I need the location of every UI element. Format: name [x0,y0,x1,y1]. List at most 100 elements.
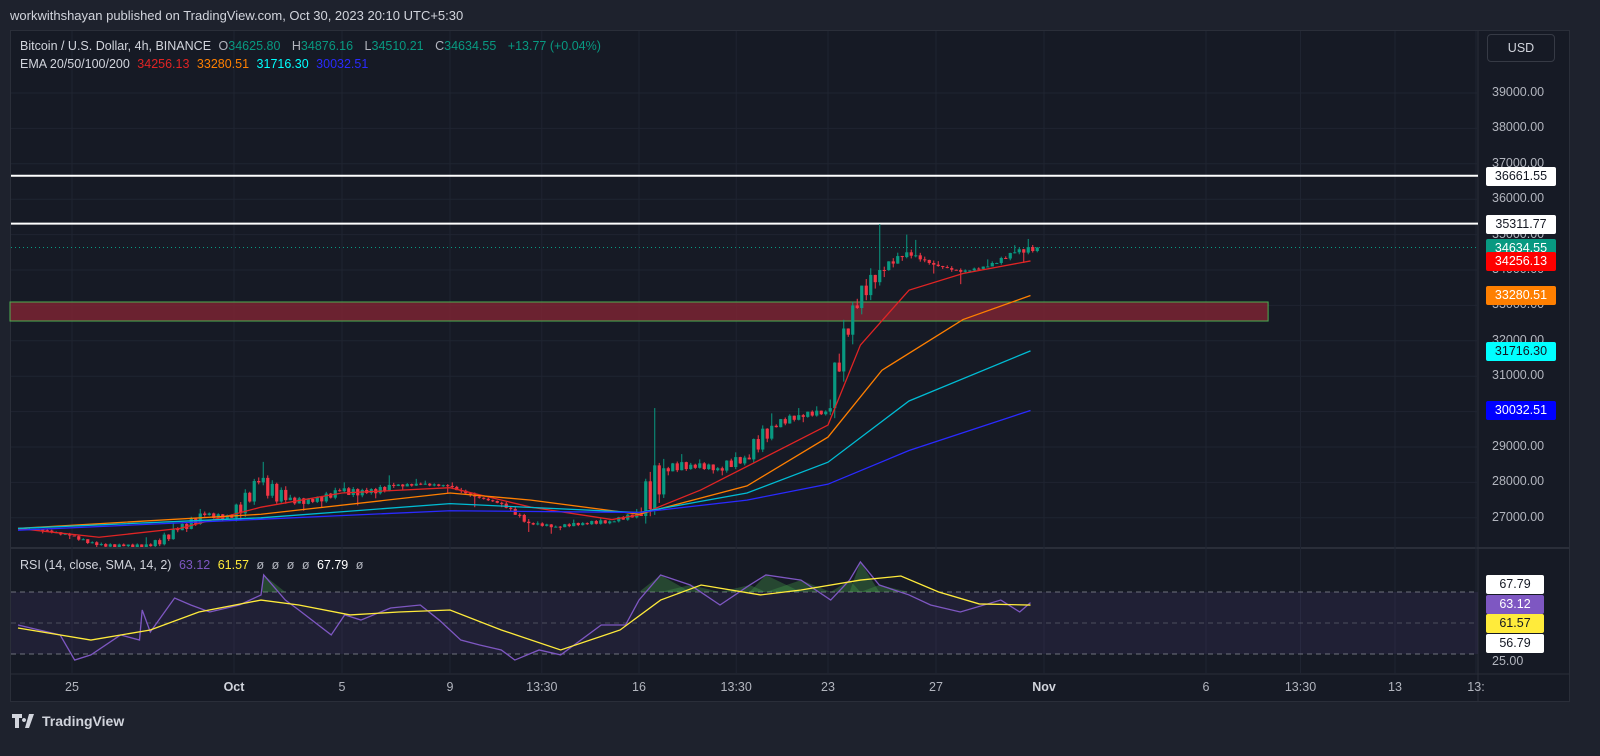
candle-body [968,270,972,272]
candle-body [828,408,832,412]
candle-body [414,483,418,486]
candle-body [896,256,900,264]
candle-body [783,419,787,424]
price-tick: 28000.00 [1492,474,1545,489]
ema-line-ema200 [17,409,1031,531]
time-tick: 13:30 [526,680,558,694]
brand-label: TradingView [42,713,125,729]
candle-body [720,468,724,471]
candle-body [1008,253,1012,259]
candle-body [590,521,594,525]
price-tick: 36000.00 [1492,191,1545,206]
candle-body [99,544,103,546]
symbol-title[interactable]: Bitcoin / U.S. Dollar, 4h, BINANCE [20,39,211,53]
candle-body [252,481,256,502]
time-tick: 13:30 [1284,680,1317,694]
candle-body [729,460,733,468]
candle-body [545,524,549,526]
candle-body [207,513,211,515]
time-tick: 16 [632,680,646,694]
candle-body [171,529,175,540]
candle-body [549,524,553,528]
tradingview-brand[interactable]: TradingView [12,713,124,729]
candle-body [738,457,742,464]
candle-body [167,534,171,540]
candle-body [797,415,801,420]
candle-body [936,264,940,267]
candle-body [311,499,315,502]
open-label: O [218,39,229,53]
low-label: L [364,39,372,53]
candle-body [410,484,414,486]
candle-body [122,544,126,547]
candle-body [284,489,288,501]
price-tag: 35311.77 [1486,214,1556,234]
candle-body [383,486,387,491]
price-tick: 27000.00 [1492,509,1545,524]
rsi-tag: 67.79 [1486,575,1544,594]
candle-body [248,492,252,502]
candle-body [675,463,679,471]
rsi-title[interactable]: RSI (14, close, SMA, 14, 2) [20,558,171,572]
candle-body [608,521,612,524]
chart-canvas[interactable] [0,0,1600,756]
candle-body [1035,247,1039,252]
candle-body [882,270,886,271]
ema-legend: EMA 20/50/100/200 34256.13 33280.51 3171… [20,57,372,71]
currency-button[interactable]: USD [1487,34,1555,62]
price-tag: 33280.51 [1486,286,1556,306]
price-tag: 34256.13 [1486,251,1556,271]
candle-body [500,502,504,504]
candle-body [261,477,265,483]
candle-body [540,523,544,526]
candle-body [864,285,868,296]
candle-body [572,522,576,527]
candle-body [860,285,864,309]
candle-body [95,542,99,546]
ema50-value: 33280.51 [196,57,250,71]
candle-body [837,362,841,372]
ema-title[interactable]: EMA 20/50/100/200 [20,57,130,71]
candle-body [419,483,423,485]
support-zone [9,301,1269,322]
rsi-tag: 56.79 [1486,634,1544,653]
candle-body [491,500,495,502]
candle-body [117,544,121,547]
candle-body [378,486,382,494]
candle-body [90,542,94,544]
candle-body [599,520,603,524]
candle-body [653,465,657,510]
candle-body [927,259,931,263]
candle-body [792,415,796,420]
rsi-overbought-fill [261,574,286,592]
candle-body [914,255,918,257]
candle-body [689,464,693,470]
candle-body [756,439,760,450]
candle-body [203,513,207,515]
candle-body [522,514,526,522]
rsi-empty-5: ø [355,558,364,572]
candle-body [594,521,598,524]
rsi-upper-value: 67.79 [316,558,349,572]
candle-body [437,484,441,486]
candle-body [950,268,954,270]
candle-body [266,477,270,496]
candle-body [509,507,513,509]
candle-body [752,439,756,460]
candle-body [396,484,400,486]
candle-body [536,523,540,525]
candle-body [972,268,976,271]
candle-body [981,266,985,269]
candle-body [270,483,274,496]
candle-body [450,485,454,487]
candle-body [567,524,571,527]
time-tick: 9 [446,680,454,694]
rsi-empty-4: ø [301,558,310,572]
low-value: 34510.21 [371,39,424,53]
candle-body [698,463,702,468]
rsi-value: 63.12 [178,558,211,572]
candle-body [531,523,535,525]
candle-body [702,463,706,470]
candle-body [104,544,108,547]
price-tag: 30032.51 [1486,401,1556,421]
